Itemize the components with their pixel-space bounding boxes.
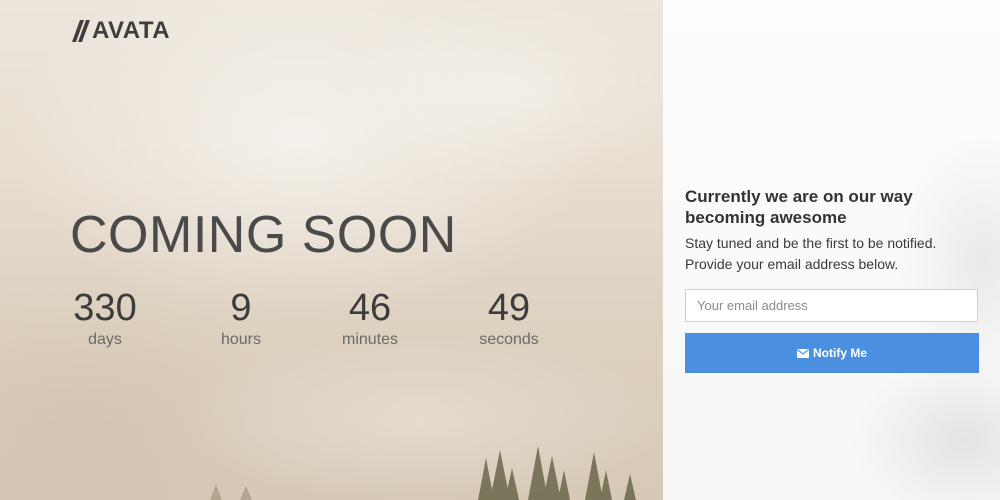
envelope-icon (797, 348, 809, 358)
notify-me-label: Notify Me (813, 346, 867, 360)
seconds-value: 49 (487, 287, 531, 329)
minutes-label: minutes (341, 331, 399, 348)
countdown-timer: 330 days 9 hours 46 minutes 49 seconds (0, 287, 663, 357)
days-value: 330 (73, 287, 137, 329)
countdown-minutes: 46 minutes (315, 287, 425, 351)
countdown-hours: 9 hours (186, 287, 296, 351)
slash-stripes-icon (72, 20, 90, 42)
hours-value: 9 (230, 287, 252, 329)
minutes-value: 46 (348, 287, 392, 329)
signup-headline: Currently we are on our way becoming awe… (685, 187, 913, 227)
countdown-days: 330 days (50, 287, 160, 351)
treeline-decoration (210, 446, 636, 500)
brand-logo[interactable]: AVATA (72, 18, 170, 44)
countdown-seconds: 49 seconds (454, 287, 564, 351)
signup-description: Stay tuned and be the first to be notifi… (685, 235, 937, 272)
coming-soon-page: AVATA COMING SOON 330 days 9 hours 46 mi… (0, 0, 1000, 500)
seconds-label: seconds (479, 331, 539, 348)
signup-panel: Currently we are on our way becoming awe… (663, 0, 1000, 500)
days-label: days (88, 331, 122, 348)
page-title: COMING SOON (70, 206, 457, 264)
hero-section: AVATA COMING SOON 330 days 9 hours 46 mi… (0, 0, 663, 500)
hours-label: hours (220, 331, 262, 348)
notify-me-button[interactable]: Notify Me (685, 333, 979, 373)
email-input[interactable] (685, 289, 978, 322)
brand-name: AVATA (92, 17, 171, 44)
